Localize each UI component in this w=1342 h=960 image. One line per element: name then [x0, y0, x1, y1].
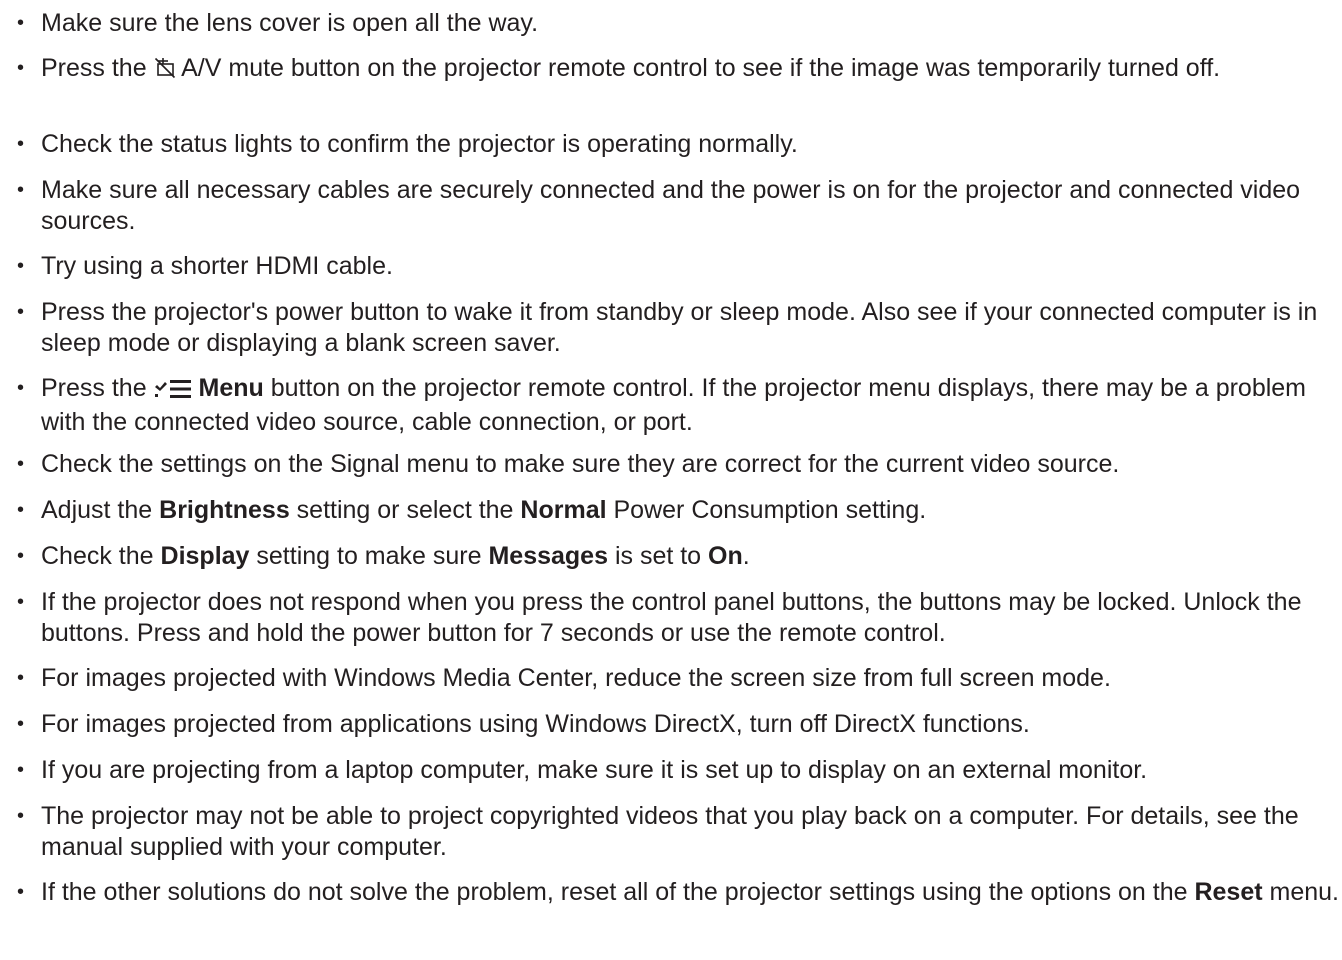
list-item-text: For images projected with Windows Media … — [41, 663, 1342, 694]
bold-term: Normal — [520, 496, 607, 524]
text-segment: Check the — [41, 542, 161, 570]
bullet-icon: • — [17, 255, 25, 277]
list-item-text: Press the A/V mute button on the project… — [41, 53, 1342, 87]
list-item-text: The projector may not be able to project… — [41, 801, 1342, 863]
text-segment: Power Consumption setting. — [606, 496, 927, 524]
menu-icon — [154, 376, 192, 407]
text-segment: . — [742, 542, 750, 570]
bullet-icon: • — [17, 713, 25, 735]
text-segment: Press the — [41, 54, 154, 82]
list-item: • If you are projecting from a laptop com… — [0, 755, 1342, 786]
bullet-icon: • — [17, 133, 25, 155]
bold-term: Reset — [1194, 878, 1263, 906]
bold-term: Messages — [488, 542, 608, 570]
bullet-icon: • — [17, 12, 25, 34]
text-segment: setting to make sure — [249, 542, 489, 570]
bullet-icon: • — [17, 759, 25, 781]
list-item: • If the projector does not respond when … — [0, 587, 1342, 649]
text-segment: Try using a shorter HDMI cable. — [41, 252, 393, 280]
bullet-icon: • — [17, 667, 25, 689]
text-segment: Make sure the lens cover is open all the… — [41, 9, 539, 37]
text-segment: Check the settings on the Signal menu to… — [41, 450, 1120, 478]
bullet-icon: • — [17, 499, 25, 521]
list-item-text: For images projected from applications u… — [41, 709, 1342, 740]
text-segment: A/V mute button on the projector remote … — [175, 54, 1221, 82]
list-item-text: Press the Menu button on the projector r… — [41, 373, 1342, 438]
bullet-icon: • — [17, 545, 25, 567]
text-segment: For images projected with Windows Media … — [41, 664, 1111, 692]
text-segment: Press the — [41, 374, 154, 402]
bold-term: Display — [160, 542, 250, 570]
text-segment: is set to — [608, 542, 709, 570]
list-item: • Try using a shorter HDMI cable. — [0, 251, 1342, 282]
bullet-icon: • — [17, 591, 25, 613]
bullet-icon: • — [17, 301, 25, 323]
bold-term: On — [708, 542, 743, 570]
text-segment: If the projector does not respond when y… — [41, 588, 1302, 647]
text-segment: The projector may not be able to project… — [41, 802, 1299, 861]
bullet-icon: • — [17, 881, 25, 903]
list-item: • If the other solutions do not solve the… — [0, 877, 1342, 908]
bold-term: Menu — [198, 374, 264, 402]
list-item: • The projector may not be able to projec… — [0, 801, 1342, 863]
list-item-text: Check the Display setting to make sure M… — [41, 541, 1342, 572]
list-item-text: Make sure the lens cover is open all the… — [41, 8, 1342, 39]
list-item: • Adjust the Brightness setting or select… — [0, 495, 1342, 526]
list-item: • For images projected from applications … — [0, 709, 1342, 740]
av-mute-icon — [154, 56, 176, 87]
text-segment — [192, 374, 199, 402]
bullet-icon: • — [17, 57, 25, 79]
list-item: • Press the Menu button on the projector … — [0, 373, 1342, 438]
text-segment: For images projected from applications u… — [41, 710, 1030, 738]
list-item-text: If the other solutions do not solve the … — [41, 877, 1342, 908]
bullet-icon: • — [17, 805, 25, 827]
list-item: • Check the Display setting to make sure … — [0, 541, 1342, 572]
text-segment: setting or select the — [289, 496, 521, 524]
list-item-text: Try using a shorter HDMI cable. — [41, 251, 1342, 282]
list-item-text: Adjust the Brightness setting or select … — [41, 495, 1342, 526]
list-item-text: Press the projector's power button to wa… — [41, 297, 1342, 359]
bold-term: Brightness — [159, 496, 290, 524]
list-item: • Make sure all necessary cables are secu… — [0, 175, 1342, 237]
list-item-text: Make sure all necessary cables are secur… — [41, 175, 1342, 237]
bullet-icon: • — [17, 453, 25, 475]
list-item: • Press the projector's power button to w… — [0, 297, 1342, 359]
text-segment: If the other solutions do not solve the … — [41, 878, 1195, 906]
text-segment: Make sure all necessary cables are secur… — [41, 176, 1301, 235]
bullet-icon: • — [17, 179, 25, 201]
list-item: • For images projected with Windows Media… — [0, 663, 1342, 694]
list-item-text: If you are projecting from a laptop comp… — [41, 755, 1342, 786]
list-item: • Check the status lights to confirm the … — [0, 129, 1342, 160]
text-segment: Check the status lights to confirm the p… — [41, 130, 798, 158]
list-item-text: Check the settings on the Signal menu to… — [41, 449, 1342, 480]
text-segment: If you are projecting from a laptop comp… — [41, 756, 1148, 784]
text-segment: Adjust the — [41, 496, 160, 524]
list-item: • Make sure the lens cover is open all th… — [0, 8, 1342, 39]
list-item-text: Check the status lights to confirm the p… — [41, 129, 1342, 160]
bullet-icon: • — [17, 377, 25, 399]
list-item: • Press the A/V mute button on the projec… — [0, 53, 1342, 87]
list-item-text: If the projector does not respond when y… — [41, 587, 1342, 649]
list-item: • Check the settings on the Signal menu t… — [0, 449, 1342, 480]
text-segment: Press the projector's power button to wa… — [41, 298, 1318, 357]
text-segment: menu. — [1262, 878, 1340, 906]
